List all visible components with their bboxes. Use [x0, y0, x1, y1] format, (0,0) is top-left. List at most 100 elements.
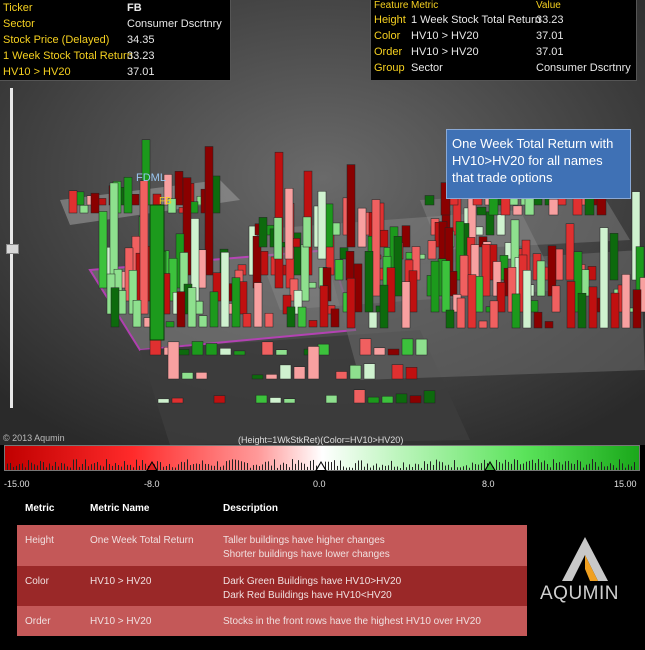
- building[interactable]: [205, 343, 218, 356]
- building[interactable]: [387, 348, 400, 356]
- building[interactable]: [317, 343, 330, 356]
- building[interactable]: [139, 180, 149, 315]
- building[interactable]: [353, 389, 366, 404]
- building[interactable]: [496, 214, 506, 236]
- building[interactable]: [233, 350, 246, 356]
- building[interactable]: [609, 233, 619, 281]
- building[interactable]: [423, 390, 436, 404]
- building[interactable]: [209, 291, 219, 328]
- building[interactable]: [395, 393, 408, 404]
- building[interactable]: [231, 277, 241, 328]
- building[interactable]: [359, 338, 372, 356]
- building[interactable]: [379, 284, 389, 329]
- building[interactable]: [409, 395, 422, 404]
- building[interactable]: [157, 398, 170, 404]
- building[interactable]: [533, 311, 543, 329]
- building[interactable]: [363, 363, 376, 380]
- building[interactable]: [242, 313, 252, 328]
- building-fb[interactable]: [149, 204, 165, 341]
- building[interactable]: [176, 291, 186, 328]
- building[interactable]: [373, 347, 386, 356]
- building[interactable]: [367, 396, 380, 404]
- building[interactable]: [551, 285, 561, 313]
- building[interactable]: [632, 289, 642, 329]
- building[interactable]: [319, 285, 329, 328]
- building[interactable]: [511, 293, 521, 329]
- building[interactable]: [346, 164, 356, 248]
- building[interactable]: [330, 308, 340, 328]
- building[interactable]: [279, 364, 292, 380]
- building[interactable]: [536, 260, 546, 297]
- building[interactable]: [456, 297, 466, 329]
- building[interactable]: [307, 346, 320, 380]
- building[interactable]: [512, 205, 523, 216]
- building[interactable]: [123, 176, 133, 214]
- building[interactable]: [273, 217, 283, 260]
- legend-marker-zero[interactable]: [315, 461, 327, 471]
- building[interactable]: [325, 395, 338, 404]
- building[interactable]: [415, 338, 428, 356]
- building[interactable]: [401, 338, 414, 356]
- building[interactable]: [297, 306, 307, 328]
- building[interactable]: [255, 394, 268, 404]
- building[interactable]: [588, 286, 598, 329]
- building[interactable]: [467, 274, 477, 329]
- building[interactable]: [357, 207, 367, 248]
- building[interactable]: [349, 365, 362, 380]
- building[interactable]: [98, 211, 108, 289]
- building[interactable]: [476, 206, 487, 216]
- building[interactable]: [283, 398, 296, 404]
- building[interactable]: [286, 306, 296, 328]
- building[interactable]: [317, 190, 327, 260]
- building[interactable]: [485, 211, 495, 236]
- building[interactable]: [195, 372, 208, 380]
- building[interactable]: [258, 217, 268, 248]
- building[interactable]: [364, 251, 374, 313]
- building[interactable]: [405, 367, 418, 380]
- building[interactable]: [302, 216, 312, 248]
- building[interactable]: [181, 372, 194, 380]
- building[interactable]: [167, 341, 180, 380]
- building[interactable]: [79, 205, 89, 214]
- building[interactable]: [265, 374, 278, 380]
- building[interactable]: [335, 371, 348, 380]
- building[interactable]: [132, 300, 142, 328]
- building[interactable]: [284, 188, 294, 260]
- building[interactable]: [427, 240, 437, 260]
- building[interactable]: [441, 260, 451, 313]
- building[interactable]: [566, 281, 576, 329]
- building[interactable]: [478, 320, 488, 329]
- building[interactable]: [187, 287, 197, 328]
- building[interactable]: [346, 277, 356, 329]
- building[interactable]: [165, 321, 175, 328]
- building[interactable]: [68, 190, 78, 214]
- building[interactable]: [213, 395, 226, 404]
- building[interactable]: [401, 281, 411, 329]
- building[interactable]: [191, 341, 204, 356]
- building[interactable]: [171, 397, 184, 404]
- building[interactable]: [430, 260, 440, 313]
- building[interactable]: [261, 341, 274, 356]
- building[interactable]: [251, 374, 264, 380]
- building[interactable]: [621, 274, 631, 329]
- building[interactable]: [424, 195, 435, 206]
- building[interactable]: [489, 300, 499, 329]
- building[interactable]: [110, 287, 120, 328]
- building[interactable]: [379, 229, 389, 248]
- building[interactable]: [275, 349, 288, 356]
- building[interactable]: [177, 349, 190, 356]
- building[interactable]: [544, 321, 554, 329]
- building[interactable]: [345, 251, 355, 281]
- building[interactable]: [293, 366, 306, 380]
- building[interactable]: [269, 397, 282, 404]
- building[interactable]: [381, 395, 394, 404]
- zoom-slider-thumb[interactable]: [6, 244, 19, 254]
- building[interactable]: [522, 270, 532, 329]
- legend-marker-positive[interactable]: [484, 461, 497, 471]
- building[interactable]: [445, 309, 455, 329]
- building[interactable]: [565, 223, 575, 281]
- building[interactable]: [599, 227, 609, 329]
- building[interactable]: [610, 292, 620, 329]
- building[interactable]: [391, 364, 404, 380]
- building[interactable]: [459, 255, 469, 297]
